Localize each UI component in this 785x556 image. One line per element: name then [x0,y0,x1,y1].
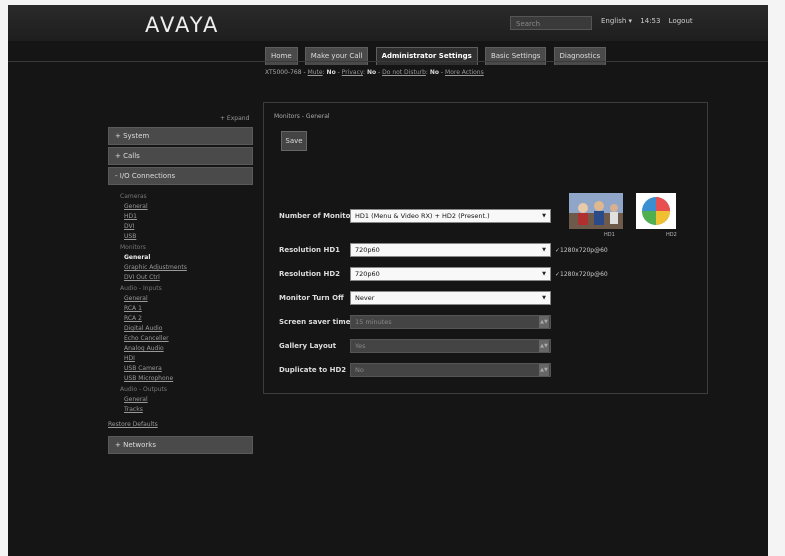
separator: - [440,69,444,76]
field-label-gallery-layout: Gallery Layout [279,342,337,350]
field-label-duplicate-to-hd2: Duplicate to HD2 [279,366,347,374]
chevron-down-icon: ▲▼ [539,364,549,376]
sidebar-item-usb-camera[interactable]: USB Camera [124,365,253,372]
privacy-link[interactable]: Privacy [342,69,363,76]
sidebar-section-networks[interactable]: + Networks [108,436,253,454]
device-name: XT5000-768 [265,69,302,76]
mute-value: No [326,69,336,76]
field-label-resolution-hd2: Resolution HD2 [279,270,341,278]
sidebar-item-tracks[interactable]: Tracks [124,406,253,413]
sidebar-item-usb-microphone[interactable]: USB Microphone [124,375,253,382]
sidebar-item-digital-audio[interactable]: Digital Audio [124,325,253,332]
select-value: 720p60 [355,270,380,278]
sidebar-item-audio-general[interactable]: General [124,295,253,302]
hd1-preview-thumbnail [569,193,623,229]
number-of-monitors-select[interactable]: HD1 (Menu & Video RX) + HD2 (Present.) ▼ [350,209,551,223]
chevron-down-icon: ▲▼ [539,340,549,352]
tab-diagnostics[interactable]: Diagnostics [553,47,607,65]
select-value: 15 minutes [355,318,392,326]
avaya-logo: AVAYA [145,13,220,37]
header-bar: AVAYA Search English ▾ 14:53 Logout [8,5,768,41]
dnd-link[interactable]: Do not Disturb [382,69,426,76]
top-links: English ▾ 14:53 Logout [601,17,699,25]
tab-divider [8,61,768,62]
main-tabs: Home Make your Call Administrator Settin… [265,43,608,65]
resolution-hd2-note: ✓1280x720p@60 [555,271,608,278]
sidebar-item-hdi[interactable]: HDI [124,355,253,362]
field-label-resolution-hd1: Resolution HD1 [279,246,341,254]
hd1-thumb-label: HD1 [604,232,615,238]
sidebar-item-graphic-adjustments[interactable]: Graphic Adjustments [124,264,253,271]
sidebar-item-rca1[interactable]: RCA 1 [124,305,253,312]
restore-defaults-link[interactable]: Restore Defaults [108,421,253,428]
chevron-down-icon: ▲▼ [539,316,549,328]
separator: - [378,69,381,76]
sidebar-item-rca2[interactable]: RCA 2 [124,315,253,322]
mute-link[interactable]: Mute [308,69,323,76]
chevron-down-icon: ▼ [542,271,546,277]
chevron-down-icon: ▼ [542,213,546,219]
logout-link[interactable]: Logout [669,17,693,25]
group-monitors: Monitors [120,244,146,251]
resolution-hd1-select[interactable]: 720p60 ▼ [350,243,551,257]
sidebar-section-system[interactable]: + System [108,127,253,145]
select-value: No [355,366,364,374]
group-audio-outputs: Audio - Outputs [120,386,168,393]
separator: - [337,69,340,76]
resolution-hd1-note: ✓1280x720p@60 [555,247,608,254]
search-input[interactable]: Search [510,16,592,30]
chevron-down-icon: ▼ [542,247,546,253]
status-breadcrumb: XT5000-768 - Mute: No - Privacy: No - Do… [265,69,484,76]
resolution-hd2-select[interactable]: 720p60 ▼ [350,267,551,281]
monitor-turn-off-select[interactable]: Never ▼ [350,291,551,305]
sidebar-item-cameras-hd1[interactable]: HD1 [124,213,253,220]
app-screen: AVAYA Search English ▾ 14:53 Logout Home… [8,5,768,556]
more-actions-link[interactable]: More Actions [445,69,484,76]
save-button[interactable]: Save [281,131,307,151]
sidebar-item-outputs-general[interactable]: General [124,396,253,403]
screen-saver-select[interactable]: 15 minutes ▲▼ [350,315,551,329]
expand-link[interactable]: + Expand [220,115,249,122]
hd2-thumb-label: HD2 [666,232,677,238]
gallery-layout-select[interactable]: Yes ▲▼ [350,339,551,353]
select-value: Yes [355,342,366,350]
sidebar: + System + Calls - I/O Connections Camer… [108,127,253,556]
dnd-value: No [429,69,439,76]
language-selector[interactable]: English ▾ [601,17,632,25]
hd2-preview-thumbnail [636,193,676,229]
sidebar-item-monitors-general[interactable]: General [124,254,253,261]
sidebar-item-cameras-general[interactable]: General [124,203,253,210]
separator: - [303,69,306,76]
sidebar-item-analog-audio[interactable]: Analog Audio [124,345,253,352]
select-value: 720p60 [355,246,380,254]
tab-home[interactable]: Home [265,47,298,65]
select-value: Never [355,294,375,302]
panel-title: Monitors - General [274,113,330,120]
sidebar-section-io-connections[interactable]: - I/O Connections [108,167,253,185]
privacy-value: No [366,69,377,76]
sidebar-section-calls[interactable]: + Calls [108,147,253,165]
group-cameras: Cameras [120,193,147,200]
sidebar-item-cameras-usb[interactable]: USB [124,233,253,240]
field-label-monitor-turn-off: Monitor Turn Off [279,294,344,302]
tab-basic-settings[interactable]: Basic Settings [484,47,547,65]
select-value: HD1 (Menu & Video RX) + HD2 (Present.) [355,212,490,220]
duplicate-to-hd2-select[interactable]: No ▲▼ [350,363,551,377]
sidebar-item-echo-canceller[interactable]: Echo Canceller [124,335,253,342]
sidebar-subtree: Cameras General HD1 DVI USB Monitors Gen… [108,193,253,413]
group-audio-inputs: Audio - Inputs [120,285,162,292]
tab-administrator-settings[interactable]: Administrator Settings [375,47,478,65]
tab-make-your-call[interactable]: Make your Call [304,47,369,65]
chevron-down-icon: ▼ [542,295,546,301]
clock: 14:53 [640,17,661,25]
field-label-number-of-monitors: Number of Monitors [279,212,359,220]
monitors-panel: Monitors - General Save Number of Monito… [263,102,708,394]
sidebar-item-cameras-dvi[interactable]: DVI [124,223,253,230]
sidebar-item-dvi-out[interactable]: DVI Out Ctrl [124,274,253,281]
